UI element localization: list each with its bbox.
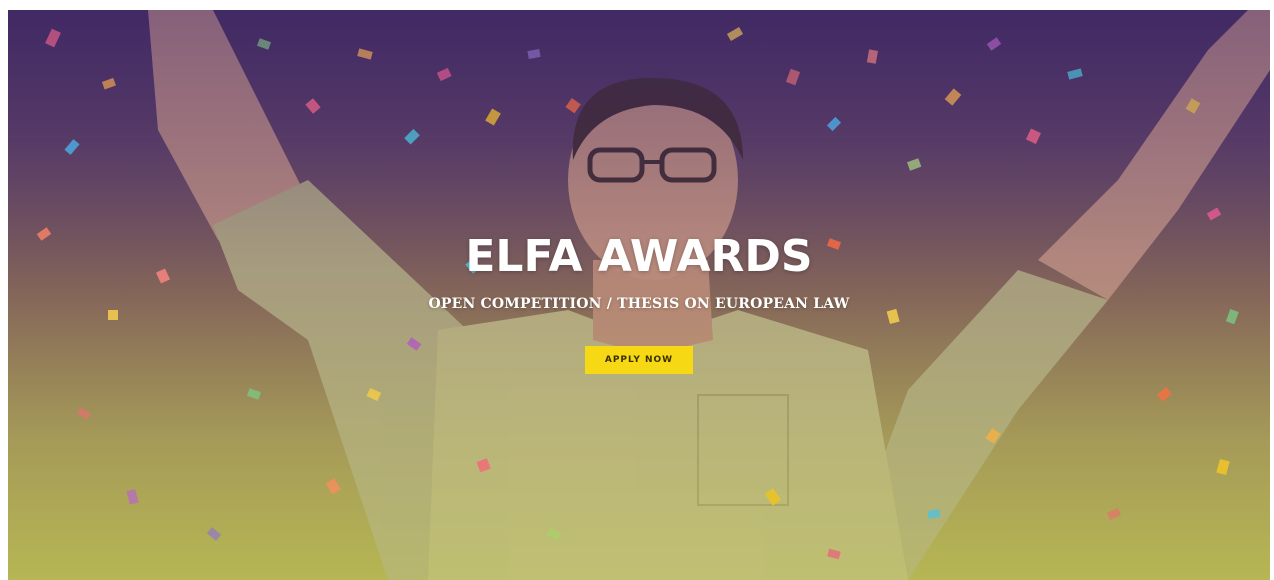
hero-banner: ELFA AWARDS OPEN COMPETITION / THESIS ON… [8,10,1270,580]
hero-title: ELFA AWARDS [465,231,813,282]
page: ELFA AWARDS OPEN COMPETITION / THESIS ON… [0,0,1274,580]
hero-content: ELFA AWARDS OPEN COMPETITION / THESIS ON… [8,230,1270,374]
hero-subtitle: OPEN COMPETITION / THESIS ON EUROPEAN LA… [428,296,850,312]
apply-now-button[interactable]: APPLY NOW [584,346,694,374]
